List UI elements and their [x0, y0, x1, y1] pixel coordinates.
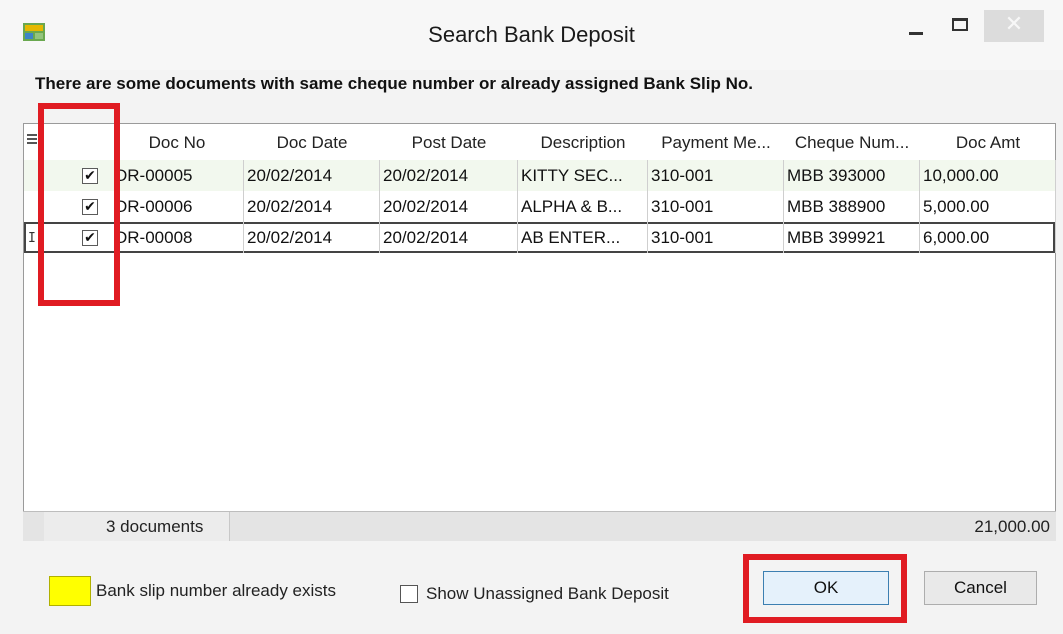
col-post-date[interactable]: Post Date — [380, 124, 518, 160]
total-amount: 21,000.00 — [974, 517, 1050, 536]
close-icon: ✕ — [1004, 12, 1024, 37]
search-bank-deposit-dialog: Search Bank Deposit ✕ There are some doc… — [0, 0, 1063, 634]
cell-payment-method: 310-001 — [648, 222, 784, 253]
col-description[interactable]: Description — [518, 124, 648, 160]
cell-description: AB ENTER... — [518, 222, 648, 253]
warning-message: There are some documents with same chequ… — [35, 74, 753, 93]
title-bar: Search Bank Deposit ✕ — [0, 0, 1063, 70]
cell-doc-amt: 10,000.00 — [920, 160, 1056, 191]
documents-grid[interactable]: Doc No Doc Date Post Date Description Pa… — [23, 123, 1056, 541]
cell-description: KITTY SEC... — [518, 160, 648, 191]
cell-cheque-number: MBB 388900 — [784, 191, 920, 222]
cell-doc-date: 20/02/2014 — [244, 160, 380, 191]
current-row-indicator: I — [28, 231, 36, 246]
minimize-button[interactable] — [896, 10, 936, 42]
cell-post-date: 20/02/2014 — [380, 160, 518, 191]
col-doc-date[interactable]: Doc Date — [244, 124, 380, 160]
cell-cheque-number: MBB 399921 — [784, 222, 920, 253]
legend-label: Bank slip number already exists — [96, 581, 337, 600]
close-button[interactable]: ✕ — [984, 10, 1044, 42]
document-count: 3 documents — [44, 512, 230, 541]
cell-doc-date: 20/02/2014 — [244, 222, 380, 253]
checkbox-column-highlight — [38, 103, 120, 306]
cell-post-date: 20/02/2014 — [380, 222, 518, 253]
show-unassigned-label[interactable]: Show Unassigned Bank Deposit — [426, 584, 669, 604]
cell-payment-method: 310-001 — [648, 191, 784, 222]
ok-button-highlight — [743, 554, 907, 623]
column-chooser-icon[interactable] — [27, 134, 37, 148]
col-doc-amt[interactable]: Doc Amt — [920, 124, 1056, 160]
cell-doc-no: DR-00006 — [112, 191, 244, 222]
maximize-button[interactable] — [940, 10, 980, 42]
cell-doc-amt: 6,000.00 — [920, 222, 1056, 253]
col-payment-method[interactable]: Payment Me... — [648, 124, 784, 160]
legend-color-swatch — [49, 576, 91, 606]
col-cheque-number[interactable]: Cheque Num... — [784, 124, 920, 160]
col-doc-no[interactable]: Doc No — [112, 124, 242, 160]
cell-cheque-number: MBB 393000 — [784, 160, 920, 191]
table-row[interactable]: ✔ DR-00006 20/02/2014 20/02/2014 ALPHA &… — [24, 191, 1056, 222]
table-row[interactable]: ✔ DR-00005 20/02/2014 20/02/2014 KITTY S… — [24, 160, 1056, 191]
table-row[interactable]: I ✔ DR-00008 20/02/2014 20/02/2014 AB EN… — [24, 222, 1056, 253]
grid-footer: 3 documents 21,000.00 — [23, 511, 1056, 541]
cell-doc-no: DR-00008 — [112, 222, 244, 253]
grid-header: Doc No Doc Date Post Date Description Pa… — [24, 124, 1055, 161]
cancel-button[interactable]: Cancel — [924, 571, 1037, 605]
cell-payment-method: 310-001 — [648, 160, 784, 191]
cell-post-date: 20/02/2014 — [380, 191, 518, 222]
cell-doc-amt: 5,000.00 — [920, 191, 1056, 222]
cell-doc-date: 20/02/2014 — [244, 191, 380, 222]
cell-doc-no: DR-00005 — [112, 160, 244, 191]
cell-description: ALPHA & B... — [518, 191, 648, 222]
show-unassigned-checkbox[interactable] — [400, 585, 418, 603]
